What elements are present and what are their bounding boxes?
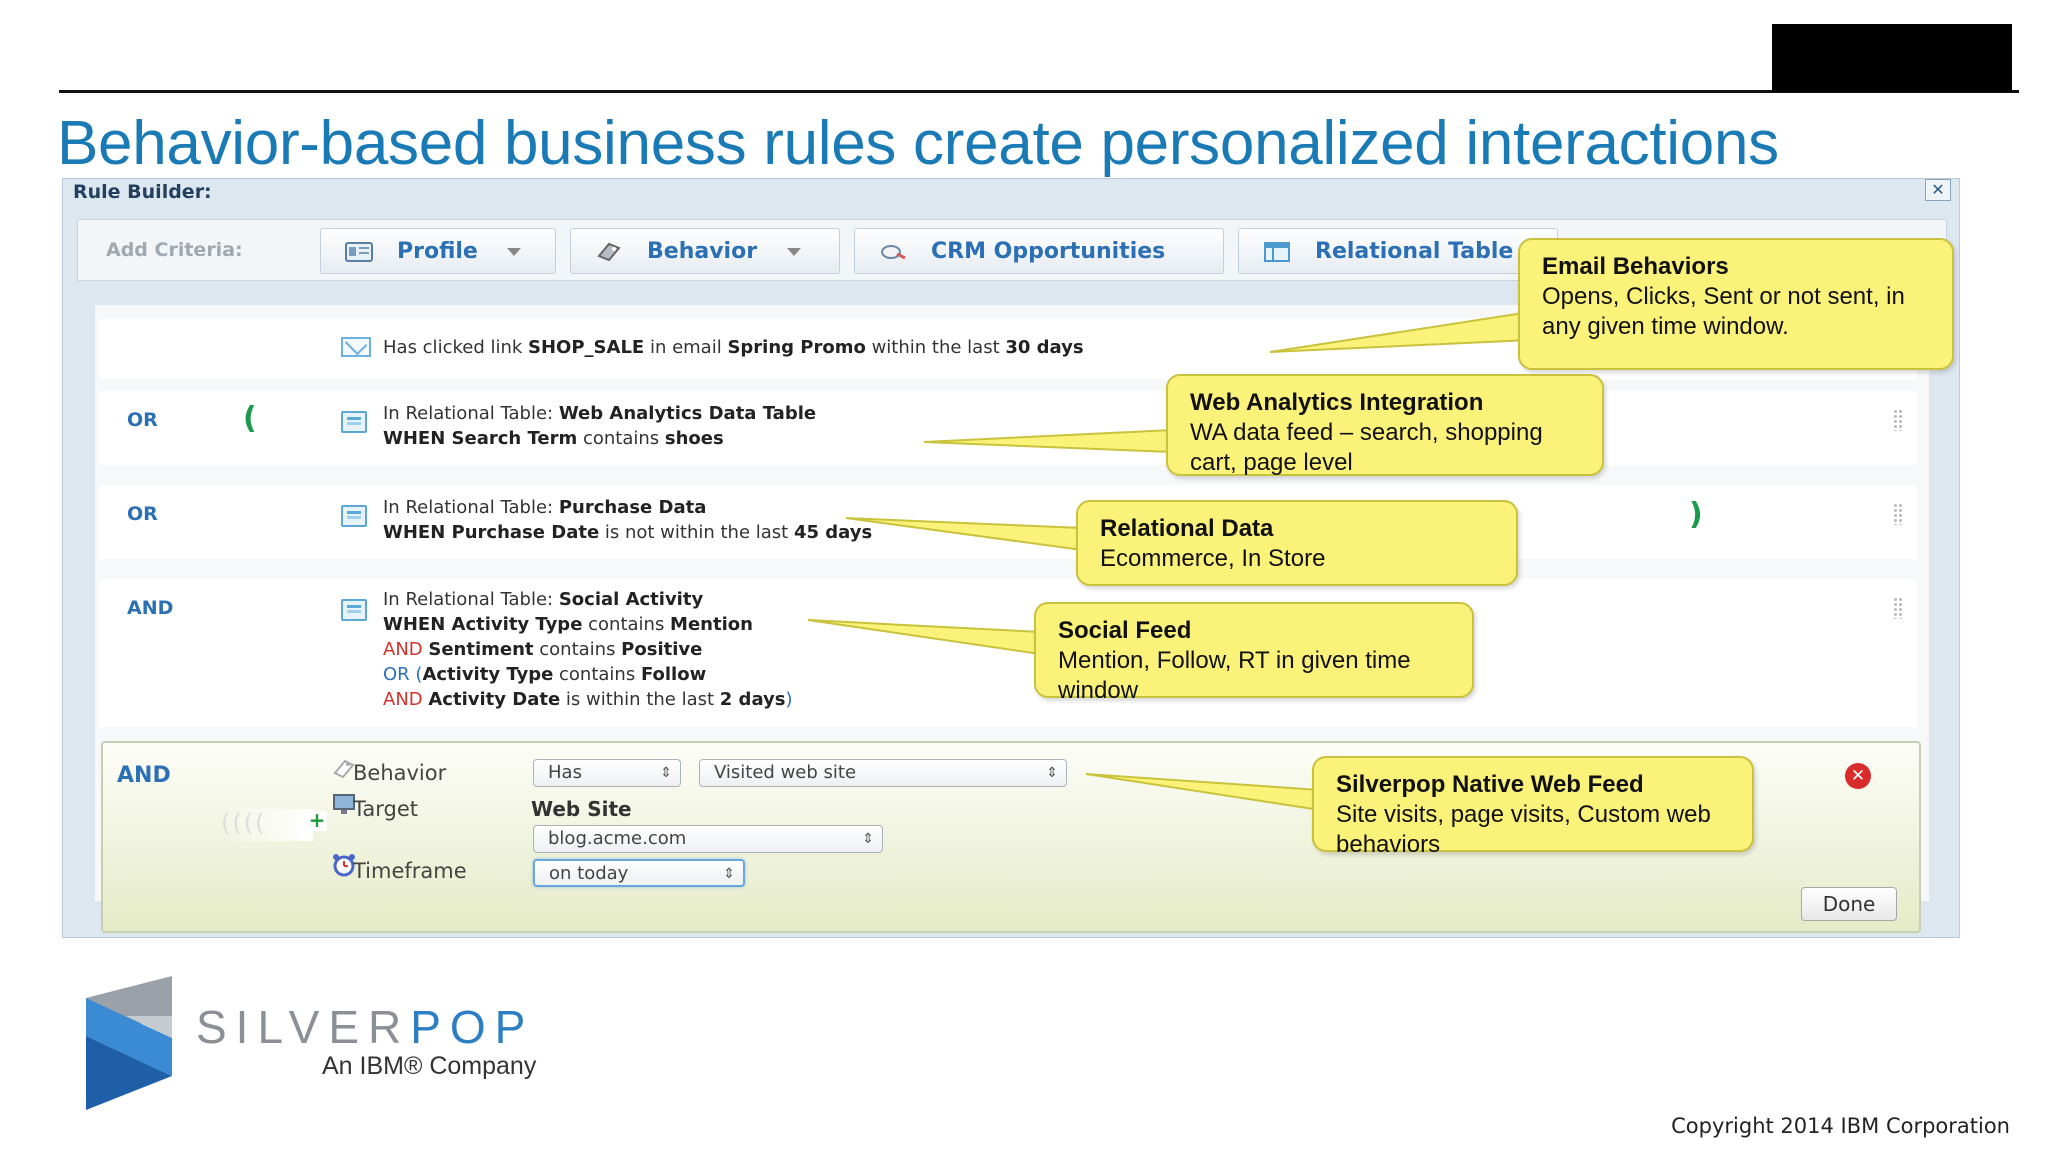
copyright: Copyright 2014 IBM Corporation xyxy=(1671,1114,2010,1138)
callout-pointer xyxy=(807,619,1041,656)
callout-web-analytics: Web Analytics Integration WA data feed – … xyxy=(1166,374,1604,476)
callout-relational-data: Relational Data Ecommerce, In Store xyxy=(1076,500,1518,586)
brand-wordmark: SILVERPOP xyxy=(196,1001,535,1053)
brand-tagline: An IBM® Company xyxy=(322,1052,537,1080)
callout-pointer xyxy=(845,517,1083,552)
callout-social-feed: Social Feed Mention, Follow, RT in given … xyxy=(1034,602,1474,704)
callout-pointer xyxy=(1085,773,1321,812)
silverpop-logo-icon xyxy=(86,976,172,1110)
callout-pointer xyxy=(1269,310,1531,353)
callout-native-web-feed: Silverpop Native Web Feed Site visits, pa… xyxy=(1312,756,1754,858)
callout-pointers xyxy=(807,310,1531,812)
callout-pointer xyxy=(923,428,1173,454)
callout-email-behaviors: Email Behaviors Opens, Clicks, Sent or no… xyxy=(1518,238,1954,370)
